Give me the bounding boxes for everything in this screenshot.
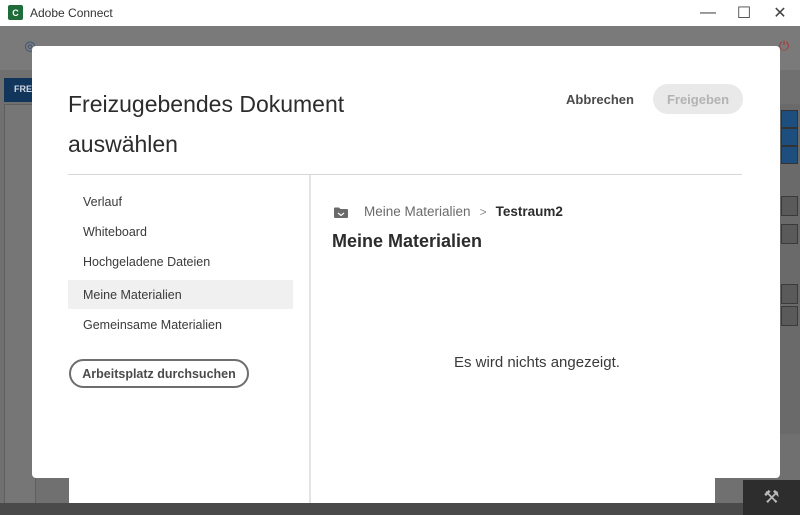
- dialog-title: Freizugebendes Dokument auswählen: [68, 91, 345, 157]
- sidebar-item-whiteboard[interactable]: Whiteboard: [68, 217, 293, 246]
- right-pod-block: [781, 146, 798, 164]
- right-pod-block: [781, 196, 798, 216]
- breadcrumb-parent[interactable]: Meine Materialien: [364, 204, 471, 219]
- right-pod-block: [781, 284, 798, 304]
- share-button[interactable]: Freigeben: [653, 84, 743, 114]
- window-title: Adobe Connect: [30, 6, 113, 20]
- cancel-button[interactable]: Abbrechen: [548, 86, 652, 112]
- sidebar-overflow: [69, 478, 309, 503]
- panel-divider: [309, 175, 311, 478]
- content-overflow: [311, 478, 715, 503]
- bottom-scroll-strip: [0, 503, 800, 515]
- browse-computer-button[interactable]: Arbeitsplatz durchsuchen: [69, 359, 249, 388]
- sidebar-item-shared-content[interactable]: Gemeinsame Materialien: [68, 310, 293, 339]
- sidebar-item-uploaded-files[interactable]: Hochgeladene Dateien: [68, 247, 293, 276]
- content-title: Meine Materialien: [332, 231, 483, 251]
- empty-message: Es wird nichts angezeigt.: [454, 354, 620, 371]
- right-pod-block: [781, 306, 798, 326]
- select-document-dialog: Freizugebendes Dokument auswählen Abbrec…: [32, 46, 780, 478]
- header-divider: [68, 174, 742, 175]
- tools-icon: ⚒: [743, 480, 800, 515]
- pod-header-label: FRE: [14, 84, 32, 94]
- breadcrumb-separator: >: [479, 204, 487, 219]
- adobe-connect-logo-icon: C: [8, 5, 23, 20]
- close-window-button[interactable]: ✕: [762, 0, 798, 26]
- maximize-button[interactable]: ☐: [726, 0, 762, 26]
- sidebar-item-my-content[interactable]: Meine Materialien: [68, 280, 293, 309]
- breadcrumb-current: Testraum2: [495, 204, 563, 219]
- right-pod-block: [781, 110, 798, 128]
- right-pod-block: [781, 224, 798, 244]
- folder-icon: [334, 206, 348, 218]
- sidebar-item-verlauf[interactable]: Verlauf: [68, 187, 293, 216]
- breadcrumb: Meine Materialien > Testraum2: [334, 204, 563, 219]
- right-pod-block: [781, 128, 798, 146]
- minimize-button[interactable]: —: [690, 0, 726, 26]
- window-title-bar: C Adobe Connect — ☐ ✕: [0, 0, 800, 26]
